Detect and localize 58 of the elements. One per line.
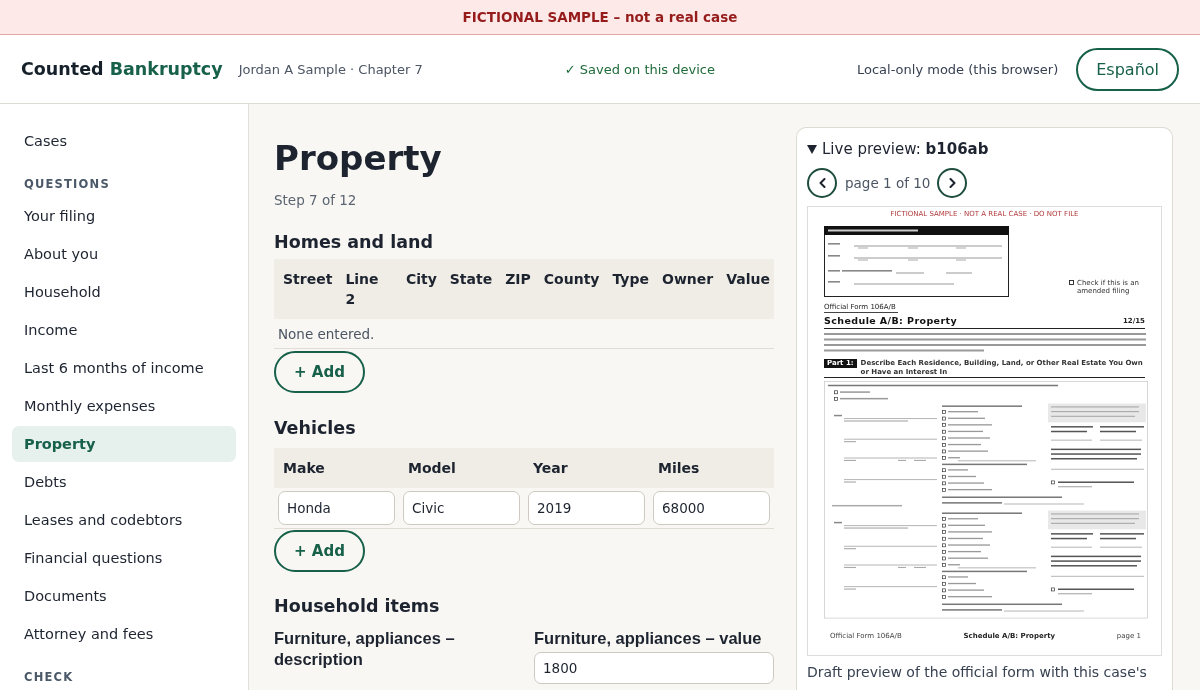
chevron-left-icon bbox=[818, 178, 826, 188]
column-header: County bbox=[534, 259, 604, 319]
step-indicator: Step 7 of 12 bbox=[274, 191, 358, 210]
column-header: Model bbox=[399, 448, 524, 488]
column-header: Street bbox=[274, 259, 337, 319]
text-field[interactable]: 68000 bbox=[653, 491, 770, 525]
field-label: Furniture, appliances – description bbox=[274, 628, 456, 670]
sidebar-item[interactable]: Income bbox=[12, 312, 236, 348]
column-header: Type bbox=[603, 259, 653, 319]
sidebar-item[interactable]: Last 6 months of income bbox=[12, 350, 236, 386]
case-label: Jordan A Sample · Chapter 7 bbox=[238, 61, 423, 77]
add-button[interactable]: + Add bbox=[274, 351, 365, 393]
page-title: Property bbox=[274, 137, 443, 180]
checkbox-icon bbox=[1069, 280, 1074, 285]
column-header: Make bbox=[274, 448, 399, 488]
text-field[interactable]: 1800 bbox=[534, 652, 774, 684]
sidebar-item[interactable]: Household bbox=[12, 274, 236, 310]
next-page-button[interactable] bbox=[937, 168, 968, 198]
sidebar-item[interactable]: Cases bbox=[12, 123, 236, 159]
language-button[interactable]: Español bbox=[1076, 47, 1179, 91]
sidebar-item[interactable]: Your filing bbox=[12, 198, 236, 234]
section-heading: Vehicles bbox=[274, 417, 357, 440]
sidebar-item[interactable]: Attorney and fees bbox=[12, 616, 236, 652]
section-heading: Household items bbox=[274, 595, 441, 618]
text-field[interactable]: Honda bbox=[278, 491, 395, 525]
empty-message: None entered. bbox=[278, 326, 375, 342]
preview-toggle[interactable]: Live preview: b106ab bbox=[807, 138, 1162, 160]
save-status: ✓ Saved on this device bbox=[564, 61, 715, 77]
column-header: City bbox=[396, 259, 441, 319]
sidebar-heading: QUESTIONS bbox=[24, 177, 111, 191]
sidebar-heading: CHECK bbox=[24, 670, 75, 684]
previous-page-button[interactable] bbox=[807, 168, 837, 198]
page-indicator: page 1 of 10 bbox=[845, 175, 931, 191]
sample-notice: FICTIONAL SAMPLE – not a real case bbox=[462, 9, 738, 25]
column-header: Value bbox=[717, 259, 774, 319]
sidebar-item[interactable]: Leases and codebtors bbox=[12, 502, 236, 538]
sidebar-item[interactable]: Property bbox=[12, 426, 236, 462]
sidebar-item[interactable]: Documents bbox=[12, 578, 236, 614]
text-field[interactable]: Civic bbox=[403, 491, 520, 525]
sidebar-item[interactable]: Financial questions bbox=[12, 540, 236, 576]
chevron-right-icon bbox=[948, 178, 956, 188]
column-header: State bbox=[440, 259, 497, 319]
add-button[interactable]: + Add bbox=[274, 530, 365, 572]
column-header: Owner bbox=[653, 259, 718, 319]
field-label: Furniture, appliances – value bbox=[534, 628, 763, 649]
section-heading: Homes and land bbox=[274, 231, 434, 254]
sidebar-item[interactable]: Debts bbox=[12, 464, 236, 500]
sidebar-item[interactable]: About you bbox=[12, 236, 236, 272]
form-title: Schedule A/B: Property bbox=[824, 315, 958, 327]
column-header: Line 2 bbox=[336, 259, 397, 319]
preview-caption: Draft preview of the official form with this case's bbox=[807, 663, 1148, 682]
app-logo: Counted Bankruptcy bbox=[21, 59, 223, 79]
mode-note: Local-only mode (this browser) bbox=[856, 61, 1059, 77]
text-field[interactable]: 2019 bbox=[528, 491, 645, 525]
column-header: Miles bbox=[649, 448, 774, 488]
column-header: ZIP bbox=[496, 259, 535, 319]
column-header: Year bbox=[524, 448, 649, 488]
sidebar-item[interactable]: Monthly expenses bbox=[12, 388, 236, 424]
